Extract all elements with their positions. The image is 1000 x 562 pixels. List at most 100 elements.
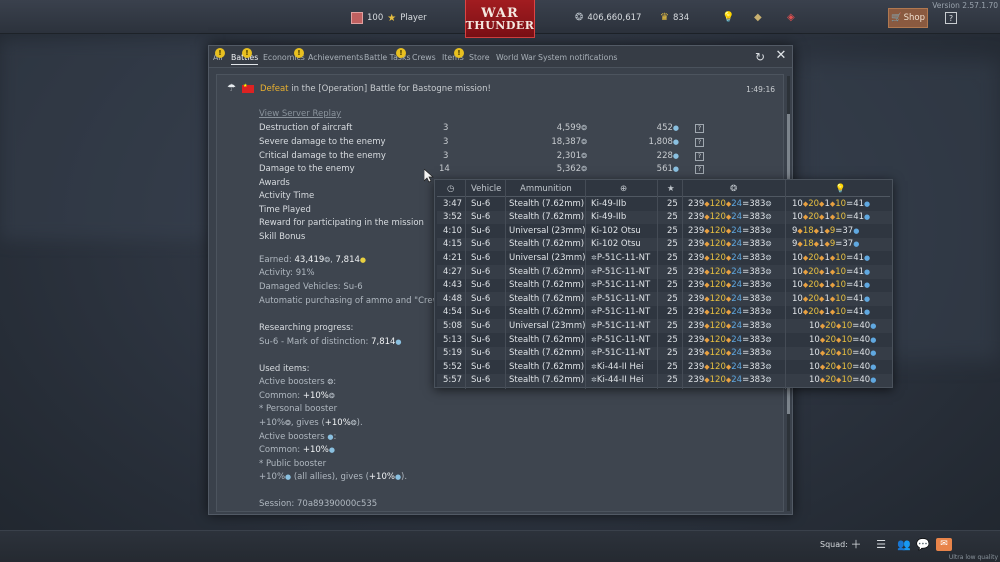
stat-row: Awards xyxy=(259,178,290,188)
silver-lions-balance[interactable]: ❂ 406,660,617 xyxy=(575,12,641,23)
target-rank: 25 xyxy=(667,293,678,304)
target-name: Ki-44-II Hei xyxy=(596,361,644,372)
tab-all[interactable]: !All xyxy=(213,48,225,62)
target-name: P-51C-11-NT xyxy=(596,252,651,263)
target-rank: 25 xyxy=(667,348,678,359)
refresh-button[interactable]: ↻ xyxy=(753,50,767,64)
ammo-type: Stealth (7.62mm) xyxy=(509,266,585,277)
research-points-icon: ● xyxy=(853,226,860,235)
rp-base: 10 xyxy=(792,307,803,318)
ammo-type: Universal (23mm) xyxy=(509,252,586,263)
rp-total: =37 xyxy=(835,239,854,250)
silver-lions-icon: ❂ xyxy=(765,213,772,222)
kill-time: 4:54 xyxy=(443,307,463,318)
mail-icon[interactable]: ✉ xyxy=(936,538,952,551)
sl-base: 239 xyxy=(688,307,705,318)
rp-bonus: 10 xyxy=(835,212,847,223)
sl-bonus: 24 xyxy=(731,334,743,345)
info-button[interactable]: ? xyxy=(695,152,704,161)
chat-icon[interactable]: 💬 xyxy=(916,538,930,552)
tab-economics[interactable]: ! Economics xyxy=(263,48,305,62)
war-thunder-logo[interactable]: WAR THUNDER xyxy=(465,0,535,38)
common-rp-line: Common: +10%● xyxy=(259,445,335,455)
ammo-type: Stealth (7.62mm) xyxy=(509,280,585,291)
research-icon-button[interactable]: 💡 xyxy=(722,12,734,23)
contacts-icon[interactable]: 👥 xyxy=(897,538,911,552)
tab-items[interactable]: ! Items xyxy=(442,48,464,62)
rp-base: 10 xyxy=(809,361,820,372)
sl-bonus: 24 xyxy=(731,252,743,263)
tab-battles[interactable]: !Battles xyxy=(231,48,259,65)
tab-store[interactable]: Store xyxy=(469,53,490,62)
public-booster-line: * Public booster xyxy=(259,459,327,469)
sl-total: =383 xyxy=(742,293,766,304)
research-points-icon: ● xyxy=(864,267,871,276)
sl-total: =383 xyxy=(742,239,766,250)
sl-total: =383 xyxy=(742,348,766,359)
golden-eagles-balance[interactable]: ♛ 834 xyxy=(660,12,689,23)
tab-system-notifications[interactable]: System notifications xyxy=(538,53,617,62)
research-points-icon: ● xyxy=(853,240,860,249)
logo-text: WAR xyxy=(481,5,519,21)
silver-lions-icon: ❂ xyxy=(581,138,587,146)
tab-battle-tasks[interactable]: ! Battle Tasks xyxy=(364,48,411,62)
rp-base: 10 xyxy=(792,293,803,304)
plus-icon[interactable]: ＋ xyxy=(849,538,863,552)
kill-time: 4:48 xyxy=(443,293,463,304)
tab-label: Achievements xyxy=(308,53,364,62)
sl-bonus: 120 xyxy=(709,293,726,304)
ammo-type: Stealth (7.62mm) xyxy=(509,239,585,250)
sl-bonus: 120 xyxy=(709,280,726,291)
version-label: Version 2.57.1.70 xyxy=(932,1,998,10)
rp-base: 10 xyxy=(809,320,820,331)
sl-value: 5,362 xyxy=(556,164,582,174)
list-icon[interactable]: ☰ xyxy=(874,538,888,552)
sl-bonus: 120 xyxy=(709,320,726,331)
sl-base: 239 xyxy=(688,225,705,236)
target-rank: 25 xyxy=(667,198,678,209)
view-replay-link[interactable]: View Server Replay xyxy=(259,109,341,119)
stat-label: Activity Time xyxy=(259,191,315,201)
research-points-icon: ● xyxy=(672,138,679,146)
sl-bonus: 24 xyxy=(731,307,743,318)
lightbulb-icon: 💡 xyxy=(722,12,735,23)
sl-bonus: 120 xyxy=(709,361,726,372)
close-button[interactable]: ✕ xyxy=(774,49,788,63)
stat-rp: 452● xyxy=(617,123,679,133)
stat-count: 3 xyxy=(443,123,449,133)
bottom-bar: Squad: ＋ ☰ 👥 💬 ✉ Ultra low quality xyxy=(0,530,1000,562)
info-button[interactable]: ? xyxy=(695,124,704,133)
personal-gives-line: +10%❂, gives (+10%❂). xyxy=(259,418,363,428)
booster-value: +10% xyxy=(368,472,395,482)
stat-row: Skill Bonus xyxy=(259,232,305,242)
gives-text: ). xyxy=(401,472,408,482)
tab-crews[interactable]: Crews xyxy=(412,53,436,62)
rp-base: 10 xyxy=(809,348,820,359)
player-profile[interactable]: 100 ★ Player xyxy=(351,12,427,24)
sl-bonus: 24 xyxy=(731,198,743,209)
stat-label: Time Played xyxy=(259,205,311,215)
silver-lions-icon: ❂ xyxy=(765,267,772,276)
target-name: P-51C-11-NT xyxy=(596,266,651,277)
info-button[interactable]: ? xyxy=(695,165,704,174)
rp-bonus: 10 xyxy=(841,375,853,386)
rp-total: =40 xyxy=(852,334,871,345)
tab-achievements[interactable]: Achievements xyxy=(308,53,363,62)
sl-total: =383 xyxy=(742,334,766,345)
earned-sl: 43,419 xyxy=(294,255,325,265)
stat-sl: 5,362❂ xyxy=(507,164,587,174)
sl-total: =383 xyxy=(742,361,766,372)
rp-total: =41 xyxy=(846,252,865,263)
coupon-icon-button[interactable]: ◈ xyxy=(787,12,795,23)
wager-icon-button[interactable]: ◆ xyxy=(754,12,762,23)
sl-base: 239 xyxy=(688,348,705,359)
info-button[interactable]: ? xyxy=(695,138,704,147)
shop-button[interactable]: 🛒 Shop xyxy=(888,8,928,28)
tab-world-war[interactable]: World War xyxy=(496,53,536,62)
star-icon: ★ xyxy=(667,184,675,194)
target-rank: 25 xyxy=(667,375,678,386)
help-button[interactable]: ? xyxy=(945,12,957,24)
vehicle-name: Su-6 xyxy=(471,252,491,263)
rp-total: =40 xyxy=(852,361,871,372)
player-name: Player xyxy=(400,13,427,23)
